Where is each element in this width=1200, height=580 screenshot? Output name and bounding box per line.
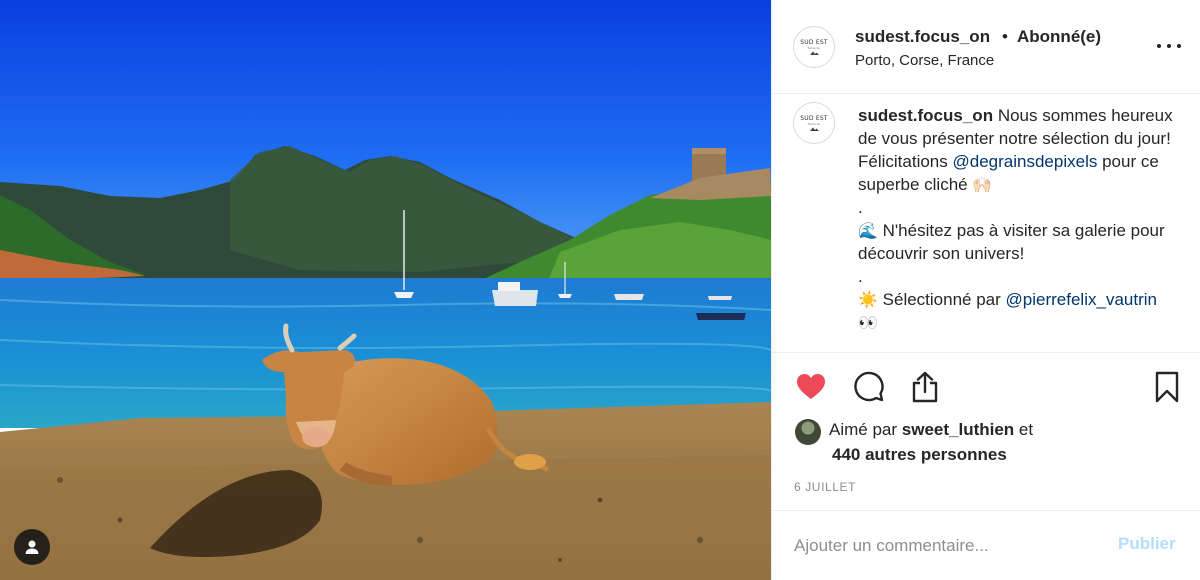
mountain-logo-icon	[809, 51, 819, 55]
avatar-logo-subtext: focus on	[807, 122, 821, 126]
eyes-emoji: 👀	[858, 313, 878, 332]
photo-scene	[0, 0, 771, 580]
liked-by-line: Aimé par sweet_luthien et	[829, 420, 1033, 440]
caption-paragraph-3: ☀️ Sélectionné par @pierrefelix_vautrin	[858, 288, 1192, 311]
comment-input[interactable]	[794, 533, 1094, 559]
raised-hands-emoji: 🙌🏻	[972, 175, 993, 194]
avatar-logo-subtext: focus on	[807, 46, 821, 50]
likes-summary: Aimé par sweet_luthien et 440 autres per…	[772, 416, 1200, 470]
liker-username-link[interactable]: sweet_luthien	[902, 420, 1014, 439]
caption-paragraph-1: sudest.focus_on Nous sommes heureux de v…	[858, 104, 1192, 196]
post-header: SUD EST focus on sudest.focus_on • Abonn…	[772, 0, 1200, 94]
instagram-post: SUD EST focus on sudest.focus_on • Abonn…	[0, 0, 1200, 580]
user-tag-icon	[25, 540, 39, 554]
mention-link[interactable]: @degrainsdepixels	[953, 152, 1098, 171]
save-button[interactable]	[1150, 370, 1184, 404]
more-dot	[1177, 44, 1181, 48]
location-link[interactable]: Porto, Corse, France	[855, 52, 994, 69]
heart-filled-icon	[797, 374, 825, 399]
liker-avatar[interactable]	[795, 419, 821, 445]
caption-paragraph-2: 🌊 N'hésitez pas à visiter sa galerie pou…	[858, 219, 1192, 265]
post-date[interactable]: 6 JUILLET	[794, 480, 856, 494]
caption-scroll-area[interactable]: SUD EST focus on sudest.focus_on Nous so…	[772, 95, 1200, 353]
publish-comment-button[interactable]: Publier	[1118, 534, 1176, 554]
avatar-logo-text: SUD EST	[800, 39, 828, 46]
comment-icon	[854, 371, 884, 402]
caption-text-3: N'hésitez pas à visiter sa galerie pour …	[858, 221, 1165, 263]
caption-username-link[interactable]: sudest.focus_on	[858, 106, 993, 125]
share-button[interactable]	[908, 370, 942, 404]
caption-text: sudest.focus_on Nous sommes heureux de v…	[858, 104, 1192, 334]
liked-by-conjunction: et	[1018, 420, 1034, 439]
other-likers-link[interactable]: 440 autres personnes	[832, 445, 1007, 465]
header-separator: •	[1002, 27, 1008, 46]
post-side-panel: SUD EST focus on sudest.focus_on • Abonn…	[771, 0, 1200, 580]
action-bar	[772, 370, 1200, 406]
mention-link[interactable]: @pierrefelix_vautrin	[1006, 290, 1157, 309]
caption-dot: .	[858, 267, 863, 286]
comment-button[interactable]	[852, 370, 886, 404]
mountain-logo-icon	[809, 127, 819, 131]
wave-emoji: 🌊	[858, 221, 878, 240]
caption-dot: .	[858, 198, 863, 217]
share-icon	[912, 371, 938, 403]
follow-status-button[interactable]: Abonné(e)	[1017, 27, 1101, 47]
more-dot	[1157, 44, 1161, 48]
author-avatar[interactable]: SUD EST focus on	[793, 26, 835, 68]
liked-by-prefix: Aimé par	[829, 420, 898, 439]
sun-emoji: ☀️	[858, 290, 878, 309]
comment-bar: Publier	[772, 510, 1200, 580]
more-options-icon[interactable]	[1157, 38, 1181, 54]
caption-text-4: Sélectionné par	[882, 290, 1001, 309]
avatar-logo-text: SUD EST	[800, 115, 828, 122]
caption-author-avatar[interactable]: SUD EST focus on	[793, 102, 835, 144]
more-dot	[1167, 44, 1171, 48]
author-username-link[interactable]: sudest.focus_on	[855, 27, 990, 47]
like-button[interactable]	[794, 370, 828, 404]
user-tag-button[interactable]	[14, 529, 50, 565]
post-photo[interactable]	[0, 0, 771, 580]
bookmark-icon	[1155, 371, 1179, 403]
